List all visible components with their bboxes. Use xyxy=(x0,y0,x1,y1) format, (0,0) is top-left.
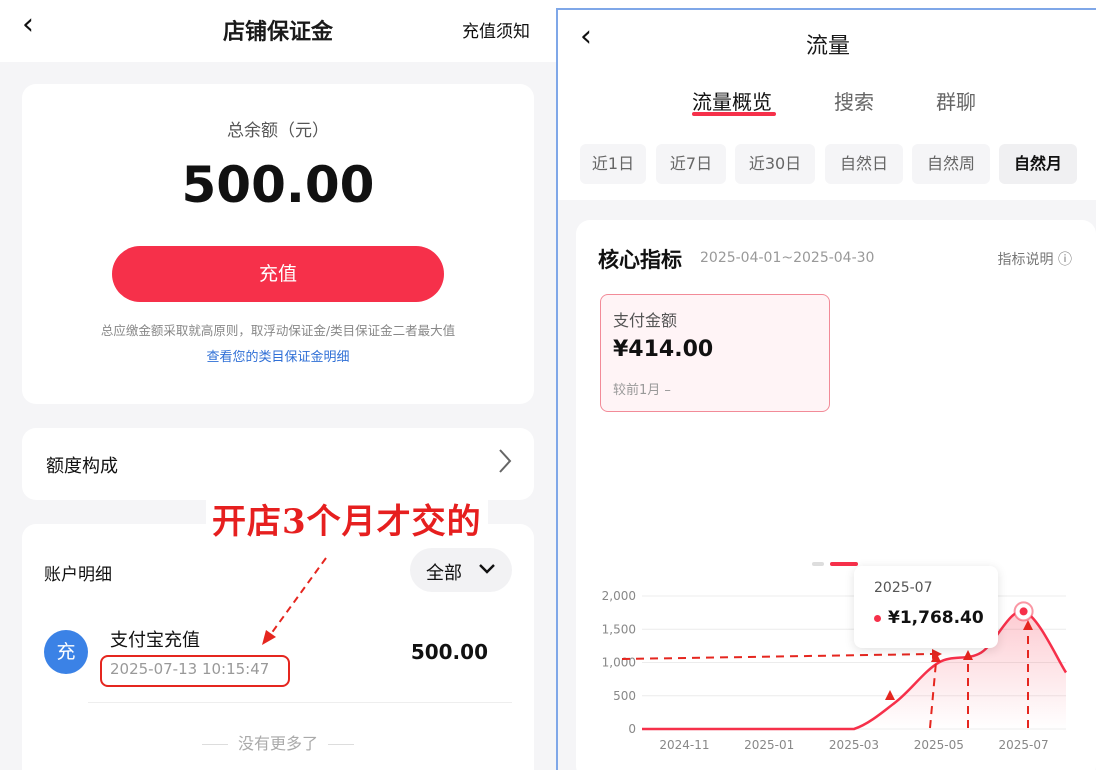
balance-card: 总余额（元） 500.00 充值 总应缴金额采取就高原则，取浮动保证金/类目保证… xyxy=(22,84,534,404)
tooltip-value: ¥1,768.40 xyxy=(888,608,984,628)
chevron-down-icon xyxy=(479,564,495,574)
filter-dropdown[interactable]: 全部 xyxy=(410,548,512,592)
y-tick-label: 2,000 xyxy=(602,589,636,603)
chart-tooltip: 2025-07 ¥1,768.40 xyxy=(854,566,998,648)
divider xyxy=(88,702,512,703)
recharge-button[interactable]: 充值 xyxy=(112,246,444,302)
x-tick-label: 2025-03 xyxy=(829,738,879,752)
tooltip-date: 2025-07 xyxy=(874,580,933,596)
traffic-chart: 0 500 1,000 1,500 2,000 2024-11 2025-01 2025-03… xyxy=(602,562,1068,752)
filter-label: 全部 xyxy=(426,563,462,584)
top-nav: ‹ 店铺保证金 充值须知 xyxy=(0,0,556,62)
legend-dash xyxy=(812,562,824,566)
x-tick-label: 2025-01 xyxy=(744,738,794,752)
deposit-rule-note: 总应缴金额采取就高原则，取浮动保证金/类目保证金二者最大值 xyxy=(100,323,456,338)
no-more-label: 没有更多了 xyxy=(237,734,318,753)
account-details-title: 账户明细 xyxy=(44,565,112,585)
highlight-point-dot xyxy=(1019,607,1028,616)
balance-label: 总余额（元） xyxy=(227,121,329,141)
chevron-right-icon xyxy=(499,449,512,473)
transaction-avatar: 充 xyxy=(44,630,88,674)
x-tick-label: 2025-05 xyxy=(914,738,964,752)
recharge-notice-link[interactable]: 充值须知 xyxy=(462,17,530,42)
deposit-page: ‹ 店铺保证金 充值须知 总余额（元） 500.00 充值 总应缴金额采取就高原… xyxy=(0,0,556,770)
annotation-highlight-box xyxy=(100,655,290,687)
y-tick-label: 1,500 xyxy=(602,622,636,636)
annotation-arrowhead xyxy=(885,690,895,700)
annotation-text: 开店3个月才交的 xyxy=(206,492,488,545)
traffic-page: ‹ 流量 流量概览 搜索 群聊 近1日 近7日 近30日 自然日 自然周 自然月… xyxy=(556,8,1096,770)
transaction-amount: 500.00 xyxy=(410,640,488,664)
transaction-title: 支付宝充值 xyxy=(110,630,200,651)
y-tick-label: 0 xyxy=(628,722,636,736)
category-deposit-link[interactable]: 查看您的类目保证金明细 xyxy=(22,346,534,365)
balance-value: 500.00 xyxy=(181,156,375,214)
annotation-arrow-horizontal xyxy=(621,653,933,660)
account-details-card: 账户明细 全部 充 支付宝充值 2025-07-13 10:15:47 500.… xyxy=(22,524,534,770)
series-dot-icon xyxy=(874,615,881,622)
y-tick-label: 1,000 xyxy=(602,656,636,670)
legend-dash-active xyxy=(830,562,858,566)
quota-label: 额度构成 xyxy=(46,456,118,477)
quota-composition-row[interactable]: 额度构成 xyxy=(22,428,534,500)
no-more-footer: 没有更多了 xyxy=(22,730,534,754)
y-tick-label: 500 xyxy=(613,689,636,703)
x-tick-label: 2024-11 xyxy=(659,738,709,752)
x-tick-label: 2025-07 xyxy=(999,738,1049,752)
